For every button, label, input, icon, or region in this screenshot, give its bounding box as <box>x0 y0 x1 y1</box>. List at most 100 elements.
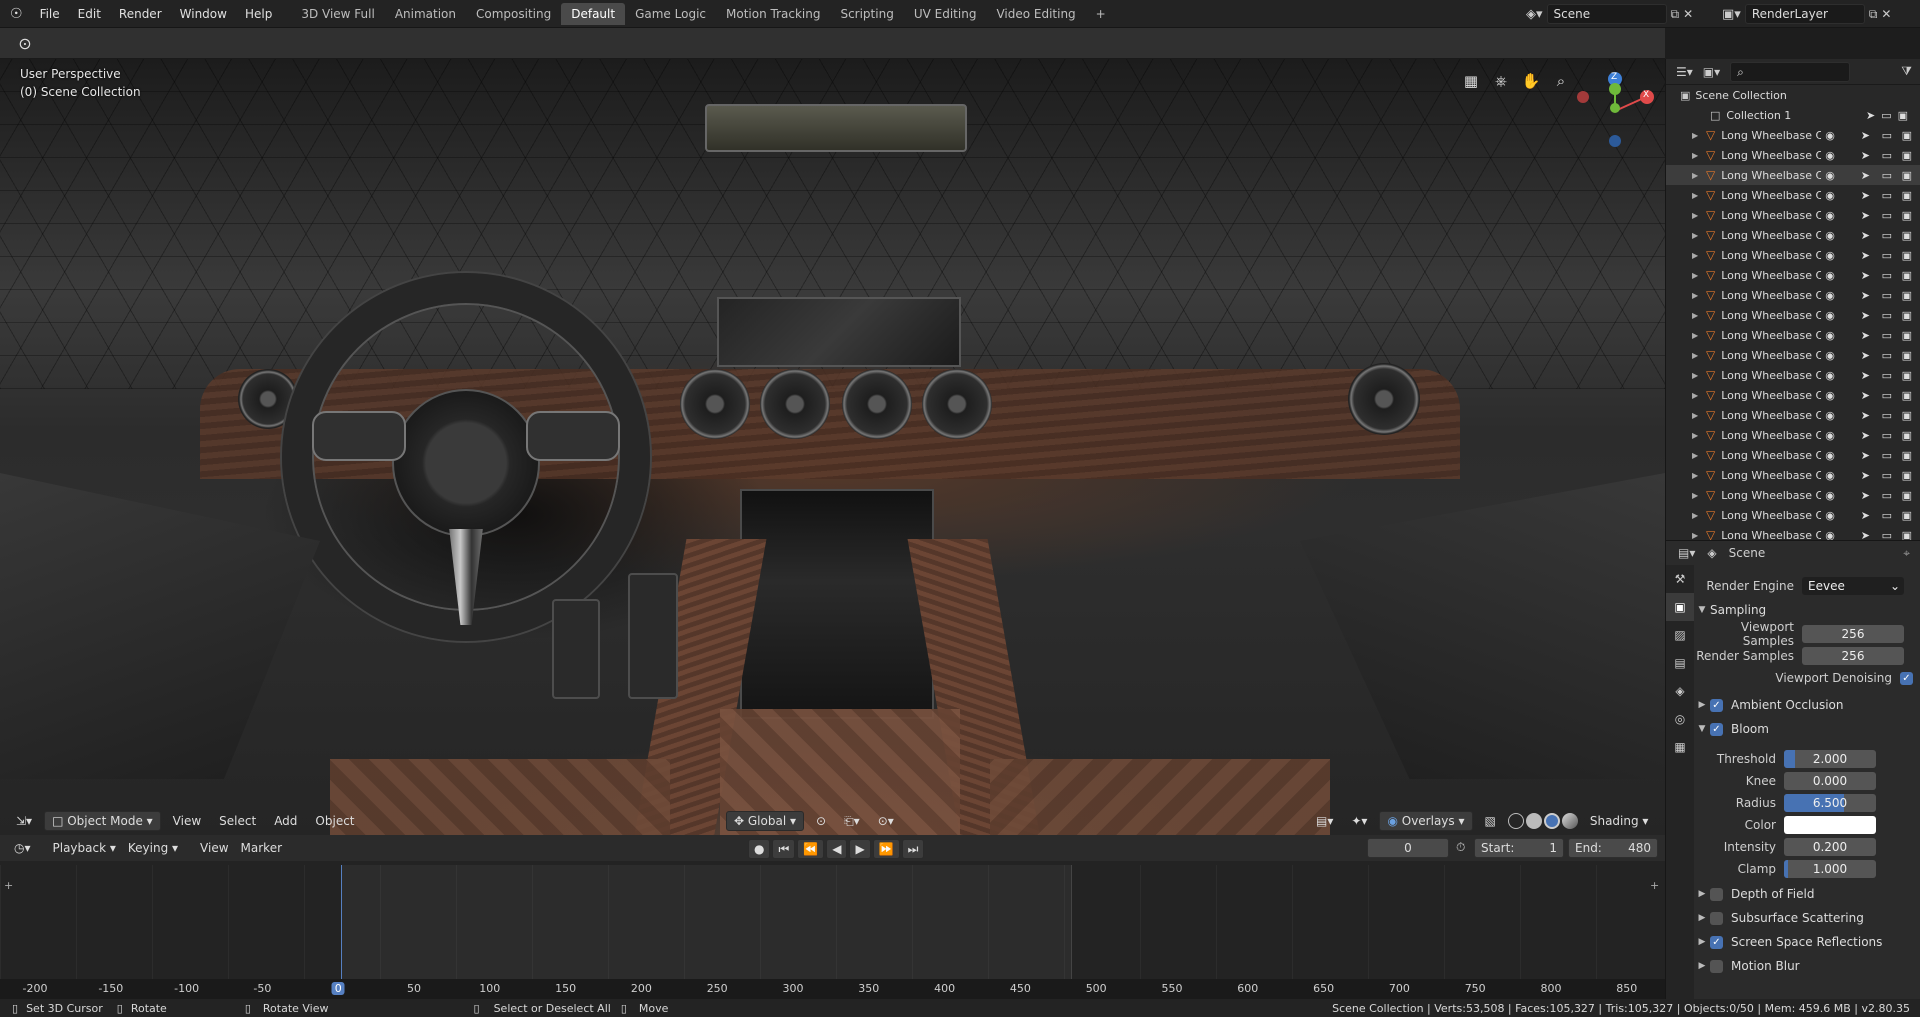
selectable-arrow-icon[interactable]: ➤ <box>1861 329 1870 342</box>
current-frame-field[interactable]: 0 <box>1367 838 1449 858</box>
jump-end-icon[interactable]: ⏭ <box>901 839 925 859</box>
render-disable-icon[interactable]: ▣ <box>1902 149 1912 162</box>
properties-editor-icon[interactable]: ▤▾ <box>1678 546 1695 560</box>
scene-field[interactable]: Scene <box>1546 4 1667 24</box>
navigation-gizmo[interactable]: Z X <box>1568 67 1658 157</box>
selectable-arrow-icon[interactable]: ➤ <box>1861 309 1870 322</box>
timeline-plus-right[interactable]: + <box>1650 879 1659 892</box>
play-reverse-icon[interactable]: ◀ <box>826 839 848 859</box>
visibility-eye-icon[interactable]: ◉ <box>1825 229 1835 242</box>
output-tab-icon[interactable]: ▨ <box>1666 621 1694 649</box>
visibility-eye-icon[interactable]: ◉ <box>1825 469 1835 482</box>
frame-ruler[interactable]: -200 -150 -100 -50 0 50 100 150 200 250 300 350 400 4… <box>0 979 1665 1001</box>
render-disable-icon[interactable]: ▣ <box>1902 129 1912 142</box>
outliner-object-row[interactable]: ▶ ▽ Long Wheelbase Car◉ ➤ ▭ ▣ <box>1666 465 1920 485</box>
viewport-disable-icon[interactable]: ▭ <box>1882 189 1892 202</box>
view-layer-tab-icon[interactable]: ▤ <box>1666 649 1694 677</box>
visibility-eye-icon[interactable]: ◉ <box>1825 189 1835 202</box>
viewport-disable-icon[interactable]: ▭ <box>1882 489 1892 502</box>
selectable-arrow-icon[interactable]: ➤ <box>1861 149 1870 162</box>
add-workspace-button[interactable]: + <box>1086 3 1116 25</box>
visibility-eye-icon[interactable]: ◉ <box>1825 129 1835 142</box>
visibility-eye-icon[interactable]: ◉ <box>1825 449 1835 462</box>
hand-pan-icon[interactable]: ✋ <box>1520 70 1542 92</box>
expand-arrow-icon[interactable]: ▶ <box>1692 431 1702 440</box>
menu-timeline-view[interactable]: View <box>194 841 234 855</box>
record-icon[interactable]: ● <box>748 839 771 859</box>
visibility-eye-icon[interactable]: ◉ <box>1825 429 1835 442</box>
menu-edit[interactable]: Edit <box>69 7 110 21</box>
expand-arrow-icon[interactable]: ▶ <box>1692 211 1702 220</box>
visibility-eye-icon[interactable]: ◉ <box>1825 349 1835 362</box>
viewport-disable-icon[interactable]: ▭ <box>1882 349 1892 362</box>
pin-icon[interactable]: ⌖ <box>1903 546 1910 561</box>
new-view-layer-icon[interactable]: ⧉ <box>1869 7 1878 22</box>
outliner-scene-collection[interactable]: ▣ Scene Collection <box>1666 85 1920 105</box>
xray-icon[interactable]: ▧ <box>1479 814 1502 828</box>
outliner-search-input[interactable]: ⌕ <box>1730 61 1851 82</box>
tab-motion-tracking[interactable]: Motion Tracking <box>716 3 830 25</box>
wireframe-shading-icon[interactable] <box>1507 813 1524 829</box>
viewport-disable-icon[interactable]: ▭ <box>1882 249 1892 262</box>
visibility-eye-icon[interactable]: ◉ <box>1825 289 1835 302</box>
selectable-arrow-icon[interactable]: ➤ <box>1861 489 1870 502</box>
viewport-disable-icon[interactable]: ▭ <box>1882 389 1892 402</box>
expand-arrow-icon[interactable]: ▶ <box>1692 131 1702 140</box>
render-disable-icon[interactable]: ▣ <box>1902 209 1912 222</box>
viewport-disable-icon[interactable]: ▭ <box>1882 509 1892 522</box>
scene-icon[interactable]: ◈▾ <box>1526 7 1543 22</box>
panel-motion-blur[interactable]: ▶ Motion Blur <box>1694 955 1920 977</box>
clamp-field[interactable]: 1.000 <box>1784 860 1876 878</box>
visibility-eye-icon[interactable]: ◉ <box>1825 509 1835 522</box>
texture-tab-icon[interactable]: ▦ <box>1666 733 1694 761</box>
render-disable-icon[interactable]: ▣ <box>1902 469 1912 482</box>
viewport-disable-icon[interactable]: ▭ <box>1882 229 1892 242</box>
outliner-object-row[interactable]: ▶ ▽ Long Wheelbase Car◉ ➤ ▭ ▣ <box>1666 365 1920 385</box>
render-disable-icon[interactable]: ▣ <box>1902 249 1912 262</box>
selectable-arrow-icon[interactable]: ➤ <box>1861 509 1870 522</box>
viewport-disable-icon[interactable]: ▭ <box>1882 369 1892 382</box>
play-icon[interactable]: ▶ <box>849 839 871 859</box>
render-disable-icon[interactable]: ▣ <box>1902 509 1912 522</box>
expand-arrow-icon[interactable]: ▶ <box>1692 311 1702 320</box>
menu-window[interactable]: Window <box>171 7 236 21</box>
shading-dropdown[interactable]: Shading ▾ <box>1584 814 1655 828</box>
menu-keying[interactable]: Keying ▾ <box>122 841 184 855</box>
panel-sampling[interactable]: ▼ Sampling <box>1694 599 1920 621</box>
viewport-disable-icon[interactable]: ▭ <box>1882 149 1892 162</box>
menu-view[interactable]: View <box>167 814 207 828</box>
viewport-disable-icon[interactable]: ▭ <box>1882 129 1892 142</box>
outliner-object-row[interactable]: ▶ ▽ Long Wheelbase Car◉ ➤ ▭ ▣ <box>1666 305 1920 325</box>
menu-marker[interactable]: Marker <box>235 841 288 855</box>
timeline-plus-left[interactable]: + <box>4 879 13 892</box>
expand-arrow-icon[interactable]: ▶ <box>1692 331 1702 340</box>
screen-space-reflections-checkbox[interactable]: ✓ <box>1710 935 1723 949</box>
expand-arrow-icon[interactable]: ▶ <box>1692 471 1702 480</box>
bloom-checkbox[interactable]: ✓ <box>1710 722 1723 736</box>
render-disable-icon[interactable]: ▣ <box>1902 449 1912 462</box>
knee-field[interactable]: 0.000 <box>1784 772 1876 790</box>
selectable-arrow-icon[interactable]: ➤ <box>1861 389 1870 402</box>
viewport-disable-icon[interactable]: ▭ <box>1882 289 1892 302</box>
menu-playback[interactable]: Playback ▾ <box>47 841 122 855</box>
render-disable-icon[interactable]: ▣ <box>1902 309 1912 322</box>
visibility-eye-icon[interactable]: ◉ <box>1825 409 1835 422</box>
filter-icon[interactable]: ⧩ <box>1901 64 1912 79</box>
ambient-occlusion-checkbox[interactable]: ✓ <box>1710 698 1723 712</box>
radius-field[interactable]: 6.500 <box>1784 794 1876 812</box>
visibility-eye-icon[interactable]: ◉ <box>1825 169 1835 182</box>
lookdev-shading-icon[interactable] <box>1543 813 1560 829</box>
timeline-editor-type-icon[interactable]: ◷▾ <box>8 841 37 855</box>
selectable-arrow-icon[interactable]: ➤ <box>1861 349 1870 362</box>
selectable-arrow-icon[interactable]: ➤ <box>1861 449 1870 462</box>
selectable-arrow-icon[interactable]: ➤ <box>1861 189 1870 202</box>
delete-scene-icon[interactable]: ✕ <box>1683 7 1693 21</box>
viewport-denoising-checkbox[interactable]: ✓ <box>1900 671 1913 685</box>
motion-blur-checkbox[interactable] <box>1710 959 1723 973</box>
mode-dropdown[interactable]: □ Object Mode ▾ <box>44 811 161 831</box>
visibility-eye-icon[interactable]: ◉ <box>1825 149 1835 162</box>
tab-animation[interactable]: Animation <box>385 3 466 25</box>
selectable-arrow-icon[interactable]: ➤ <box>1861 369 1870 382</box>
menu-file[interactable]: File <box>31 7 69 21</box>
render-engine-dropdown[interactable]: Eevee ⌄ <box>1802 577 1904 595</box>
